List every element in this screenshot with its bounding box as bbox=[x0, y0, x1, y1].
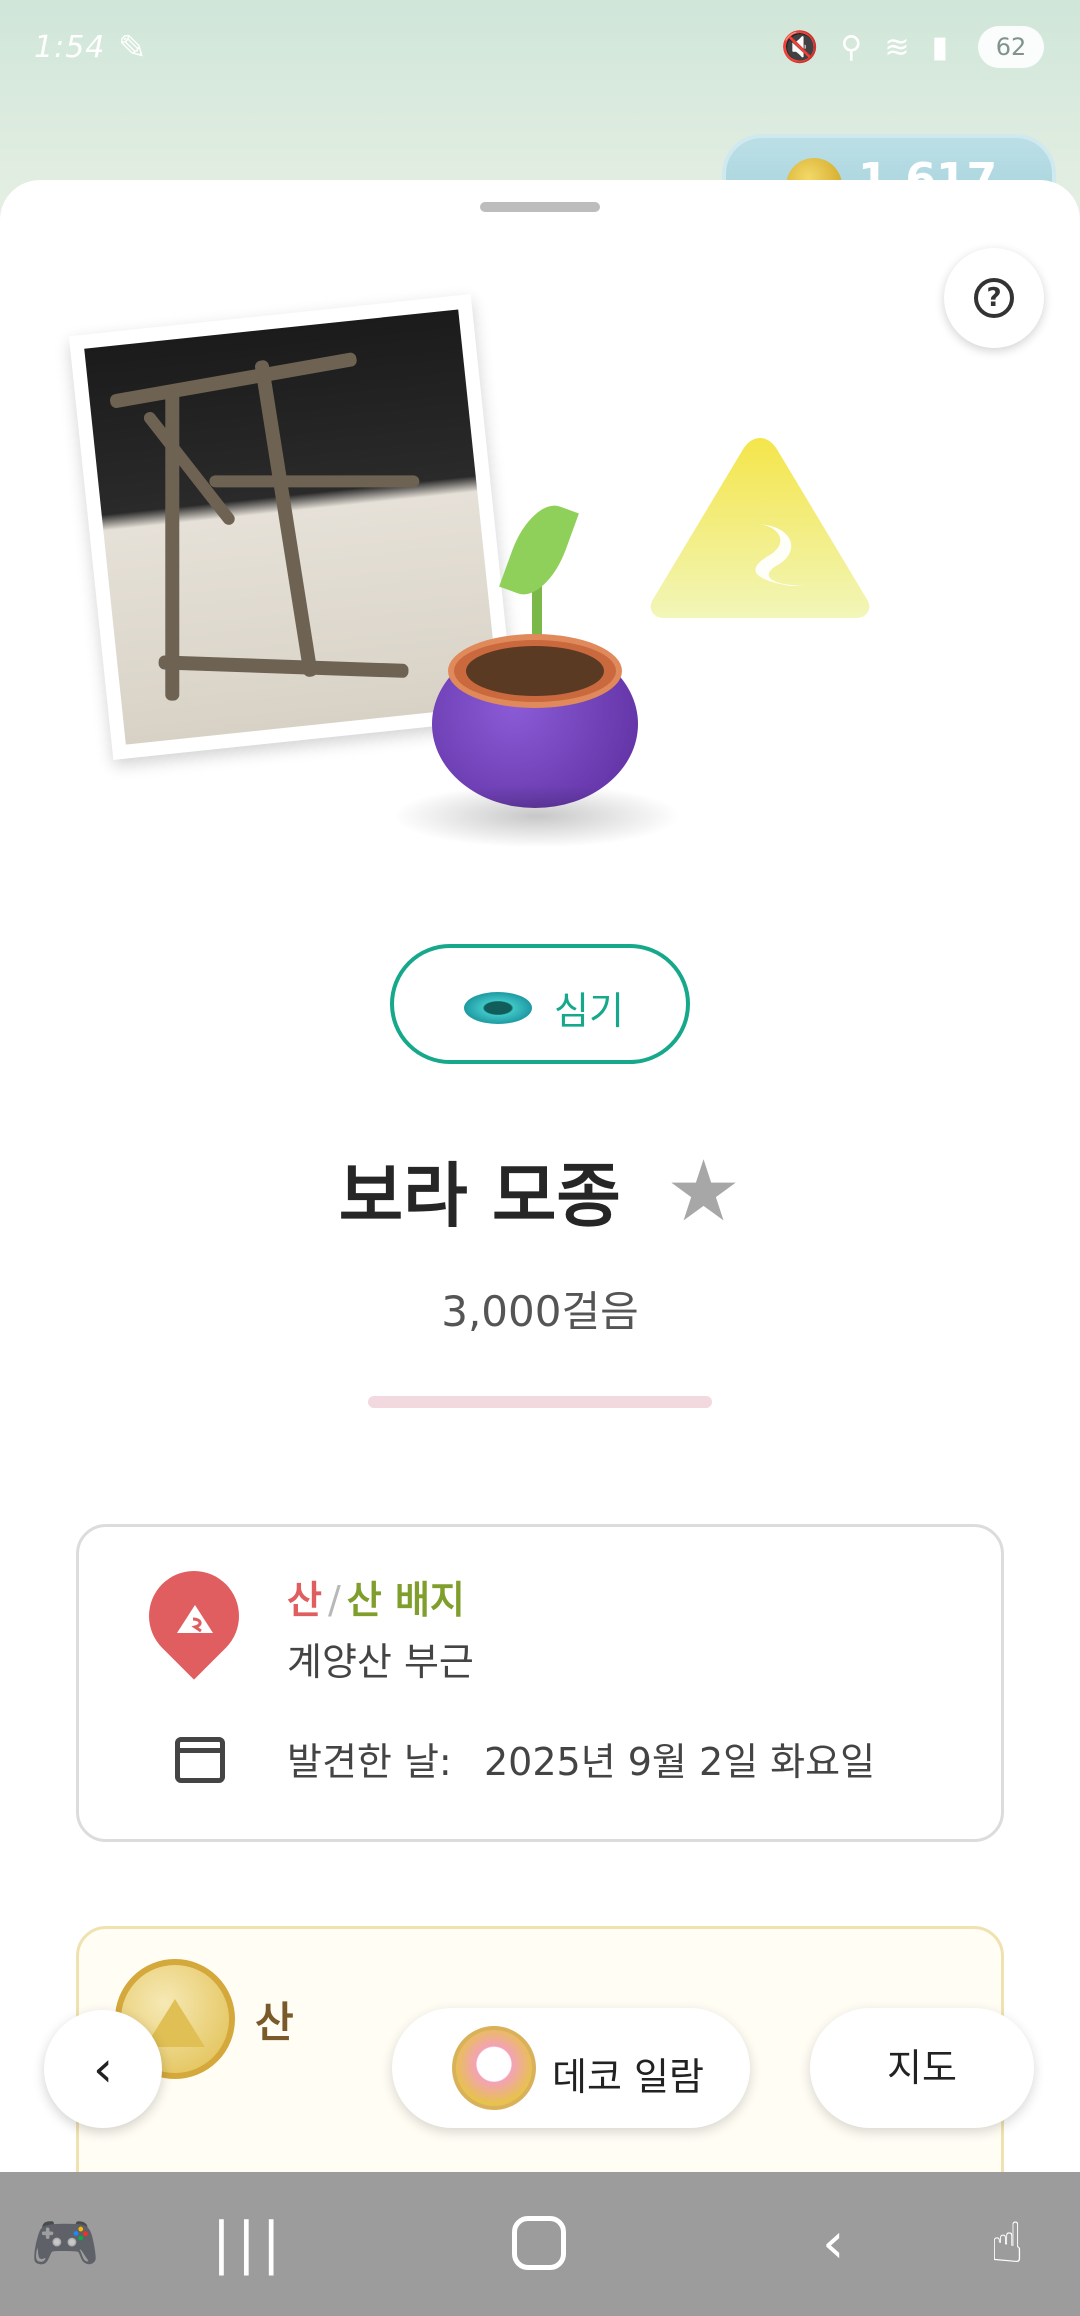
badge-category-label[interactable]: 산 배지 bbox=[347, 1578, 465, 1622]
discovery-info-card: 산 / 산 배지 계양산 부근 발견한 날: 2025년 9월 2일 화요일 bbox=[76, 1524, 1004, 1842]
purple-seedling-pot bbox=[432, 496, 638, 808]
status-bar: 1:54 ✎ 🔇 ⚲ ≋ ▮ 62 bbox=[0, 0, 1080, 96]
system-nav-bar: 🎮 ||| ‹ ☝ bbox=[0, 2172, 1080, 2316]
game-controller-icon[interactable]: 🎮 bbox=[30, 2172, 100, 2316]
status-time: 1:54 bbox=[34, 30, 106, 65]
location-name: 계양산 부근 bbox=[287, 1640, 474, 1684]
mute-icon: 🔇 bbox=[781, 30, 819, 65]
status-icons: 🔇 ⚲ ≋ ▮ bbox=[781, 30, 948, 65]
touch-lock-icon[interactable]: ☝ bbox=[990, 2172, 1024, 2316]
planter-ring-icon bbox=[464, 992, 532, 1024]
sheet-drag-handle[interactable] bbox=[480, 202, 600, 212]
question-icon: ? bbox=[974, 278, 1014, 318]
mountain-badge-icon bbox=[650, 438, 870, 618]
back-button[interactable]: ‹ bbox=[44, 2010, 162, 2128]
home-icon[interactable] bbox=[512, 2216, 566, 2270]
wifi-icon: ≋ bbox=[884, 30, 910, 65]
badge-card-title: 산 bbox=[255, 1998, 294, 2047]
mountain-icon bbox=[177, 1605, 213, 1633]
battery-icon: 62 bbox=[978, 26, 1044, 68]
help-button[interactable]: ? bbox=[944, 248, 1044, 348]
bottom-sheet: ? 심기 보라 모종 ★ 3,000걸음 산 / 산 배지 계양산 부근 발견한… bbox=[0, 180, 1080, 2226]
plant-button-label: 심기 bbox=[554, 989, 624, 1033]
category-label[interactable]: 산 bbox=[287, 1578, 322, 1622]
found-date-value: 2025년 9월 2일 화요일 bbox=[484, 1740, 876, 1784]
back-nav-icon[interactable]: ‹ bbox=[822, 2172, 844, 2316]
favorite-star-icon[interactable]: ★ bbox=[666, 1149, 741, 1233]
growth-progress-bar bbox=[368, 1396, 712, 1408]
map-button[interactable]: 지도 bbox=[810, 2008, 1034, 2128]
found-date-label: 발견한 날: bbox=[287, 1740, 452, 1784]
deco-list-label: 데코 일람 bbox=[552, 2055, 704, 2099]
location-icon: ⚲ bbox=[840, 30, 863, 65]
plant-title: 보라 모종 bbox=[338, 1155, 621, 1237]
category-separator: / bbox=[327, 1578, 341, 1622]
deco-list-button[interactable]: 데코 일람 bbox=[392, 2008, 750, 2128]
calendar-icon bbox=[175, 1737, 225, 1783]
deco-badge-icon bbox=[452, 2026, 536, 2110]
edit-icon: ✎ bbox=[118, 28, 147, 68]
category-line: 산 / 산 배지 bbox=[287, 1569, 465, 1624]
plant-title-row: 보라 모종 ★ bbox=[0, 1140, 1080, 1241]
plant-button[interactable]: 심기 bbox=[390, 944, 690, 1064]
pot-shadow bbox=[392, 784, 682, 848]
leaf-icon bbox=[499, 496, 579, 604]
steps-required: 3,000걸음 bbox=[441, 1287, 639, 1336]
signal-icon: ▮ bbox=[931, 30, 948, 65]
recent-apps-icon[interactable]: ||| bbox=[212, 2172, 287, 2316]
